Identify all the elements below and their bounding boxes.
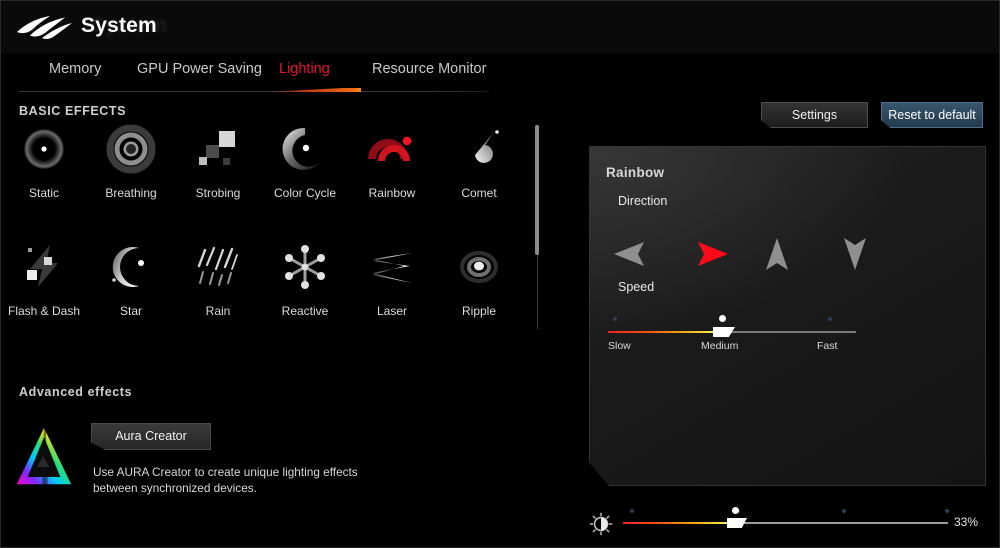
settings-button[interactable]: Settings — [761, 102, 868, 128]
brightness-slider-thumb[interactable] — [727, 518, 747, 528]
speed-tick-label-fast: Fast — [817, 340, 838, 352]
strobing-effect-icon — [190, 121, 246, 177]
speed-tick-label-slow: Slow — [608, 340, 631, 352]
effect-star[interactable]: Star — [88, 239, 174, 318]
tab-bar-divider — [19, 91, 489, 92]
brightness-tick-dot-4 — [945, 509, 949, 513]
effects-scrollbar-thumb[interactable] — [535, 125, 539, 255]
aura-creator-logo-icon — [15, 426, 73, 488]
advanced-effects-section-label: Advanced effects — [19, 385, 133, 399]
effect-label: Ripple — [461, 304, 497, 318]
reset-to-default-button[interactable]: Reset to default — [881, 102, 983, 128]
aura-creator-button-label: Aura Creator — [115, 429, 187, 443]
brightness-tick-dot-3 — [842, 509, 846, 513]
settings-panel-title: Rainbow — [606, 165, 665, 180]
star-effect-icon — [103, 239, 159, 295]
effect-strobing[interactable]: Strobing — [175, 121, 261, 200]
settings-button-label: Settings — [791, 108, 838, 122]
effect-label: Strobing — [195, 186, 241, 200]
laser-effect-icon — [364, 239, 420, 295]
speed-slider-track — [720, 331, 856, 333]
effect-label: Flash & Dash — [7, 304, 81, 318]
reset-button-label: Reset to default — [888, 108, 976, 122]
speed-tick-dot-fast — [828, 317, 832, 321]
static-effect-icon — [16, 121, 72, 177]
speed-slider-thumb[interactable] — [713, 327, 735, 337]
brightness-slider-thumb-dot — [732, 507, 739, 514]
reactive-effect-icon — [277, 239, 333, 295]
direction-label: Direction — [618, 194, 668, 208]
direction-right-button[interactable] — [686, 239, 730, 269]
brightness-slider-row: 33% — [589, 506, 986, 540]
basic-effects-section-label: BASIC EFFECTS — [19, 104, 127, 118]
effect-breathing[interactable]: Breathing — [88, 121, 174, 200]
rog-logo-icon — [15, 12, 73, 42]
direction-left-button[interactable] — [612, 239, 656, 269]
speed-slider[interactable]: Slow Medium Fast — [608, 313, 856, 353]
effect-label: Comet — [461, 186, 497, 200]
tab-gpu-power-saving[interactable]: GPU Power Saving — [137, 61, 262, 77]
effect-color-cycle[interactable]: Color Cycle — [262, 121, 348, 200]
speed-label: Speed — [618, 280, 655, 294]
speed-slider-thumb-dot — [719, 315, 726, 322]
tab-memory[interactable]: Memory — [49, 61, 101, 77]
tab-bar: Memory GPU Power Saving Lighting Resourc… — [1, 53, 999, 93]
effect-laser[interactable]: Laser — [349, 239, 435, 318]
effect-static[interactable]: Static — [1, 121, 87, 200]
speed-tick-label-medium: Medium — [701, 340, 739, 352]
effect-reactive[interactable]: Reactive — [262, 239, 348, 318]
brightness-slider-track — [735, 522, 948, 524]
brightness-icon[interactable] — [589, 512, 613, 536]
rain-effect-icon — [190, 239, 246, 295]
arrow-up-icon — [766, 238, 788, 270]
basic-effects-grid: Static Breathing Strobing Color Cycle Ra… — [1, 121, 531, 336]
speed-tick-dot-slow — [613, 317, 617, 321]
brightness-value-label: 33% — [954, 515, 979, 529]
effect-label: Star — [119, 304, 142, 318]
effect-ripple[interactable]: Ripple — [436, 239, 522, 318]
effect-rain[interactable]: Rain — [175, 239, 261, 318]
breathing-effect-icon — [103, 121, 159, 177]
effect-rainbow[interactable]: Rainbow — [349, 121, 435, 200]
aura-creator-description: Use AURA Creator to create unique lighti… — [93, 465, 358, 495]
app-title: System — [81, 14, 157, 37]
effect-label: Rainbow — [368, 186, 416, 200]
app-header: System System — [1, 1, 999, 53]
armoury-crate-window: System System Memory GPU Power Saving Li… — [0, 0, 1000, 548]
arrow-down-icon — [844, 238, 866, 270]
direction-up-button[interactable] — [762, 238, 806, 270]
ripple-effect-icon — [451, 239, 507, 295]
effect-label: Breathing — [105, 186, 157, 200]
effect-label: Color Cycle — [273, 186, 336, 200]
effect-label: Static — [28, 186, 59, 200]
rainbow-effect-icon — [364, 121, 420, 177]
direction-down-button[interactable] — [840, 238, 884, 270]
brightness-slider-fill — [623, 522, 735, 524]
effect-settings-panel: Rainbow Direction Speed Slow Medium Fast — [589, 146, 986, 486]
brightness-tick-dot-1 — [630, 509, 634, 513]
tab-lighting[interactable]: Lighting — [279, 61, 330, 77]
arrow-right-icon — [698, 242, 728, 266]
flash-dash-effect-icon — [16, 239, 72, 295]
effect-label: Reactive — [281, 304, 329, 318]
aura-creator-button[interactable]: Aura Creator — [91, 423, 211, 450]
tab-active-underline — [263, 88, 361, 92]
effect-flash-and-dash[interactable]: Flash & Dash — [1, 239, 87, 318]
speed-slider-fill — [608, 331, 720, 333]
arrow-left-icon — [614, 242, 644, 266]
effect-label: Laser — [376, 304, 408, 318]
comet-effect-icon — [451, 121, 507, 177]
effect-comet[interactable]: Comet — [436, 121, 522, 200]
effect-label: Rain — [205, 304, 231, 318]
color-cycle-effect-icon — [277, 121, 333, 177]
tab-resource-monitor[interactable]: Resource Monitor — [372, 61, 486, 77]
